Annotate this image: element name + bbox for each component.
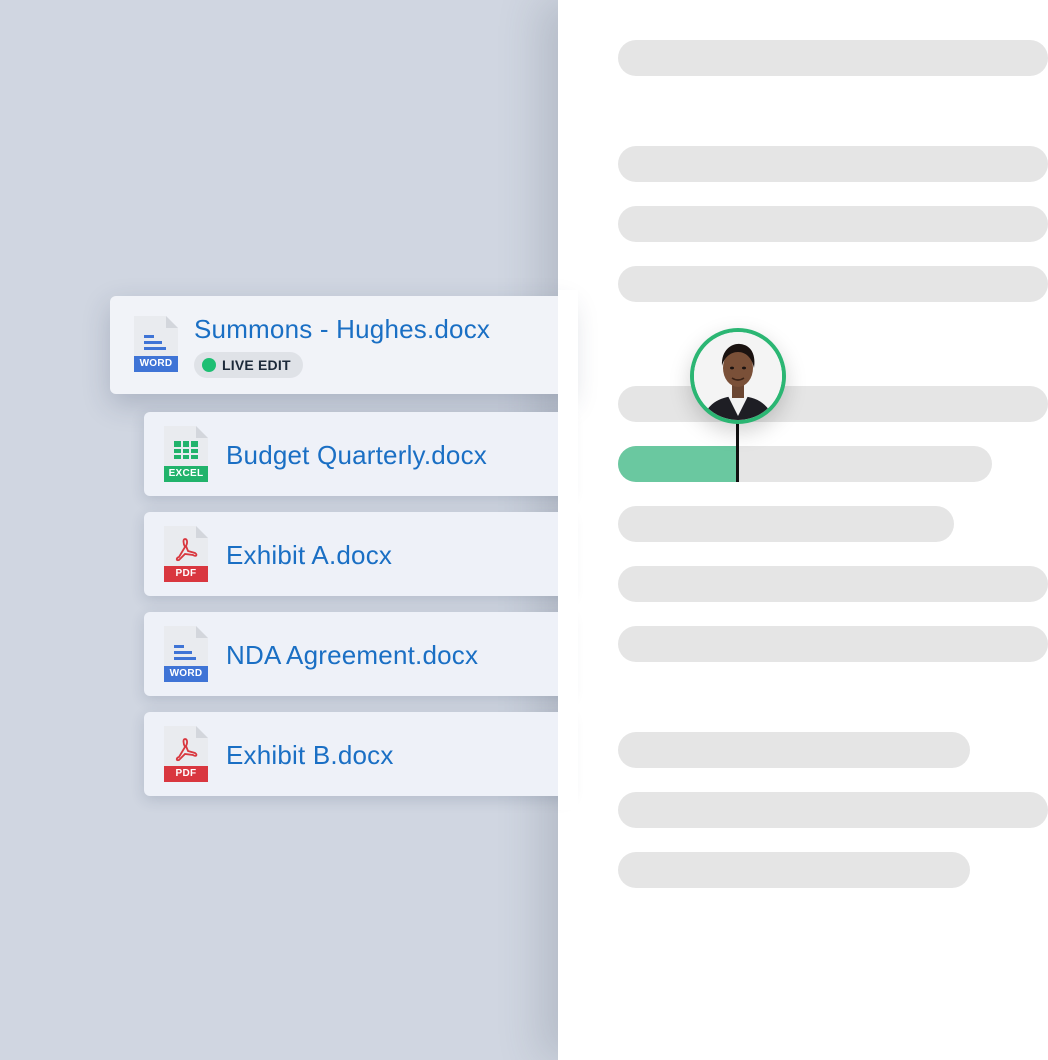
editing-line — [618, 446, 992, 482]
text-placeholder-line — [618, 566, 1048, 602]
text-placeholder-line — [618, 792, 1048, 828]
file-type-label: PDF — [175, 768, 197, 779]
text-placeholder-line — [618, 206, 1048, 242]
text-placeholder-line — [618, 852, 970, 888]
file-card[interactable]: PDF Exhibit A.docx — [144, 512, 570, 596]
edit-highlight — [618, 446, 738, 482]
badge-label: LIVE EDIT — [222, 357, 291, 373]
file-name: Budget Quarterly.docx — [226, 440, 487, 470]
text-placeholder-line — [618, 40, 1048, 76]
file-name: Summons - Hughes.docx — [194, 314, 491, 344]
file-type-label: WORD — [139, 358, 173, 369]
text-placeholder-line — [618, 506, 954, 542]
file-type-label: WORD — [169, 668, 203, 679]
file-card[interactable]: PDF Exhibit B.docx — [144, 712, 570, 796]
text-placeholder-line — [618, 626, 1048, 662]
live-indicator-dot — [202, 358, 216, 372]
text-cursor — [736, 420, 739, 482]
document-panel-edge — [558, 290, 578, 810]
file-name: Exhibit A.docx — [226, 540, 393, 570]
file-type-label: PDF — [175, 568, 197, 579]
live-edit-badge: LIVE EDIT — [194, 352, 303, 378]
file-type-label: EXCEL — [168, 468, 204, 479]
active-file-card[interactable]: WORD Summons - Hughes.docx LIVE EDIT — [110, 296, 570, 394]
file-name: NDA Agreement.docx — [226, 640, 479, 670]
file-card[interactable]: WORD NDA Agreement.docx — [144, 612, 570, 696]
file-card[interactable]: EXCEL Budget Quarterly.docx — [144, 412, 570, 496]
text-placeholder-line — [618, 266, 1048, 302]
text-placeholder-line — [618, 732, 970, 768]
file-name: Exhibit B.docx — [226, 740, 394, 770]
collaborator-avatar[interactable] — [690, 328, 786, 424]
text-placeholder-line — [618, 386, 1048, 422]
text-placeholder-line — [618, 146, 1048, 182]
